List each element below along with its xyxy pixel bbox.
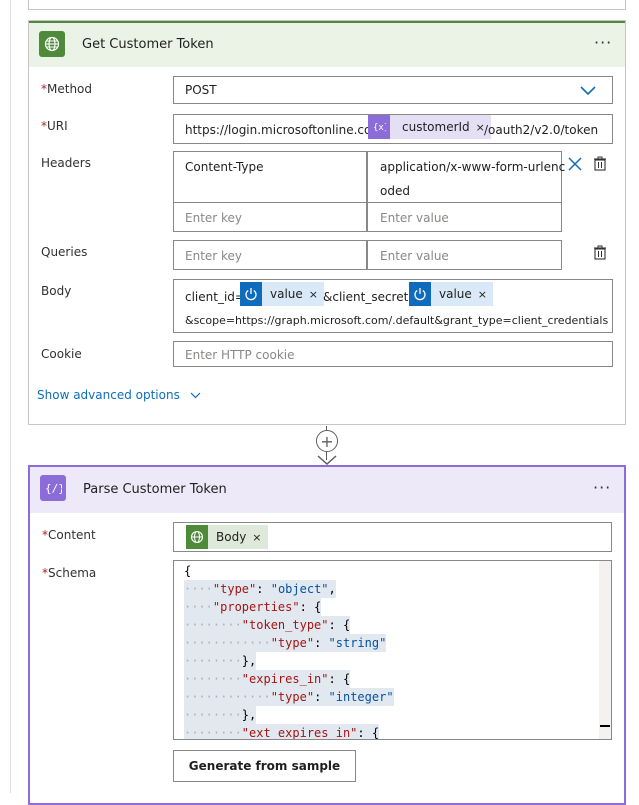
scrollbar-thumb[interactable] <box>600 725 610 727</box>
parse-json-header[interactable]: {/} Parse Customer Token ··· <box>30 467 624 513</box>
schema-line: ········}, <box>184 706 257 724</box>
globe-icon <box>39 31 65 57</box>
schema-scrollbar[interactable] <box>599 561 611 739</box>
client-id-token[interactable]: value × <box>240 282 324 306</box>
header-value-1-line1: application/x-www-form-urlenc <box>380 160 566 174</box>
header-value-input[interactable]: Enter value <box>367 202 562 232</box>
header-value-1-line2: oded <box>380 184 410 198</box>
variable-icon: {x} <box>368 115 390 139</box>
customerid-token[interactable]: {x} customerId × <box>368 115 491 139</box>
variable-icon: {/} <box>40 475 66 501</box>
method-label: *Method <box>41 82 93 96</box>
query-key-input[interactable]: Enter key <box>173 240 367 270</box>
globe-icon <box>186 525 208 549</box>
schema-line: ····"properties": { <box>184 598 322 616</box>
action-title[interactable]: Get Customer Token <box>82 37 214 52</box>
body-token[interactable]: Body × <box>186 525 268 549</box>
queries-label: Queries <box>41 245 88 259</box>
svg-text:{/}: {/} <box>45 482 62 495</box>
canvas-left-border <box>10 0 11 793</box>
remove-token-icon[interactable]: × <box>478 288 493 301</box>
schema-line: ········}, <box>184 652 257 670</box>
method-value: POST <box>185 83 217 97</box>
client-secret-token[interactable]: value × <box>409 282 493 306</box>
more-options-icon[interactable]: ··· <box>593 478 611 497</box>
query-value-input[interactable]: Enter value <box>367 240 562 270</box>
query-value-placeholder: Enter value <box>380 249 449 263</box>
header-key-placeholder: Enter key <box>185 211 243 225</box>
client-secret-token-label: value <box>439 287 472 301</box>
delete-icon[interactable] <box>593 156 607 174</box>
more-options-icon[interactable]: ··· <box>594 33 612 52</box>
schema-line: ········"expires_in": { <box>184 670 351 688</box>
body-text-scope: &scope=https://graph.microsoft.com/.defa… <box>185 314 609 327</box>
uri-label: *URI <box>41 119 68 133</box>
http-action-header[interactable]: Get Customer Token ··· <box>29 21 625 67</box>
parse-json-card: {/} Parse Customer Token ··· *Content Bo… <box>28 465 626 805</box>
svg-text:{x}: {x} <box>373 123 386 133</box>
schema-editor[interactable]: { ····"type": "object", ····"properties"… <box>173 560 612 740</box>
customerid-token-label: customerId <box>402 120 470 134</box>
show-advanced-options-link[interactable]: Show advanced options <box>37 388 201 402</box>
schema-line: ····"type": "object", <box>184 580 336 598</box>
remove-token-icon[interactable]: × <box>309 288 324 301</box>
schema-label: *Schema <box>42 566 97 580</box>
header-key-input[interactable]: Enter key <box>173 202 367 232</box>
uri-suffix-text: /oauth2/v2.0/token <box>484 123 599 137</box>
generate-from-sample-button[interactable]: Generate from sample <box>173 750 356 782</box>
body-token-label: Body <box>216 530 247 544</box>
body-text-client-secret: &client_secret= <box>323 290 419 304</box>
header-key-1-value: Content-Type <box>185 160 264 174</box>
previous-step-card-edge <box>28 0 626 10</box>
remove-token-icon[interactable]: × <box>252 531 267 544</box>
header-value-placeholder: Enter value <box>380 211 449 225</box>
delete-icon[interactable] <box>593 245 607 263</box>
cookie-input[interactable]: Enter HTTP cookie <box>173 341 613 367</box>
headers-label: Headers <box>41 156 91 170</box>
schema-line: ········"ext_expires_in": { <box>184 724 380 740</box>
power-icon <box>240 282 262 306</box>
schema-line: ············"type": "string" <box>184 634 387 652</box>
http-action-card: Get Customer Token ··· *Method POST *URI… <box>28 20 626 425</box>
header-key-1[interactable]: Content-Type <box>173 151 367 203</box>
show-advanced-options-label: Show advanced options <box>37 388 180 402</box>
uri-field[interactable]: https://login.microsoftonline.com/ {x} c… <box>173 114 613 144</box>
chevron-down-icon <box>190 392 201 399</box>
action-title[interactable]: Parse Customer Token <box>83 482 227 497</box>
content-field[interactable]: Body × <box>173 522 612 552</box>
content-label: *Content <box>42 528 96 542</box>
body-field[interactable]: client_id= value × &client_secret= value… <box>173 279 613 333</box>
add-icon[interactable]: + <box>316 430 338 452</box>
header-value-1[interactable]: application/x-www-form-urlenc oded <box>367 151 566 203</box>
schema-line: { <box>184 564 192 578</box>
body-label: Body <box>41 284 72 298</box>
cookie-placeholder: Enter HTTP cookie <box>185 348 295 362</box>
schema-line: ········"token_type": { <box>184 616 351 634</box>
schema-line: ············"type": "integer" <box>184 688 394 706</box>
method-select[interactable]: POST <box>173 76 613 104</box>
close-icon[interactable] <box>568 157 582 174</box>
power-icon <box>409 282 431 306</box>
client-id-token-label: value <box>270 287 303 301</box>
cookie-label: Cookie <box>41 347 82 361</box>
chevron-down-icon[interactable] <box>580 85 596 99</box>
uri-prefix-text: https://login.microsoftonline.com/ <box>185 123 388 137</box>
body-text-client-id: client_id= <box>185 290 245 304</box>
query-key-placeholder: Enter key <box>185 249 243 263</box>
